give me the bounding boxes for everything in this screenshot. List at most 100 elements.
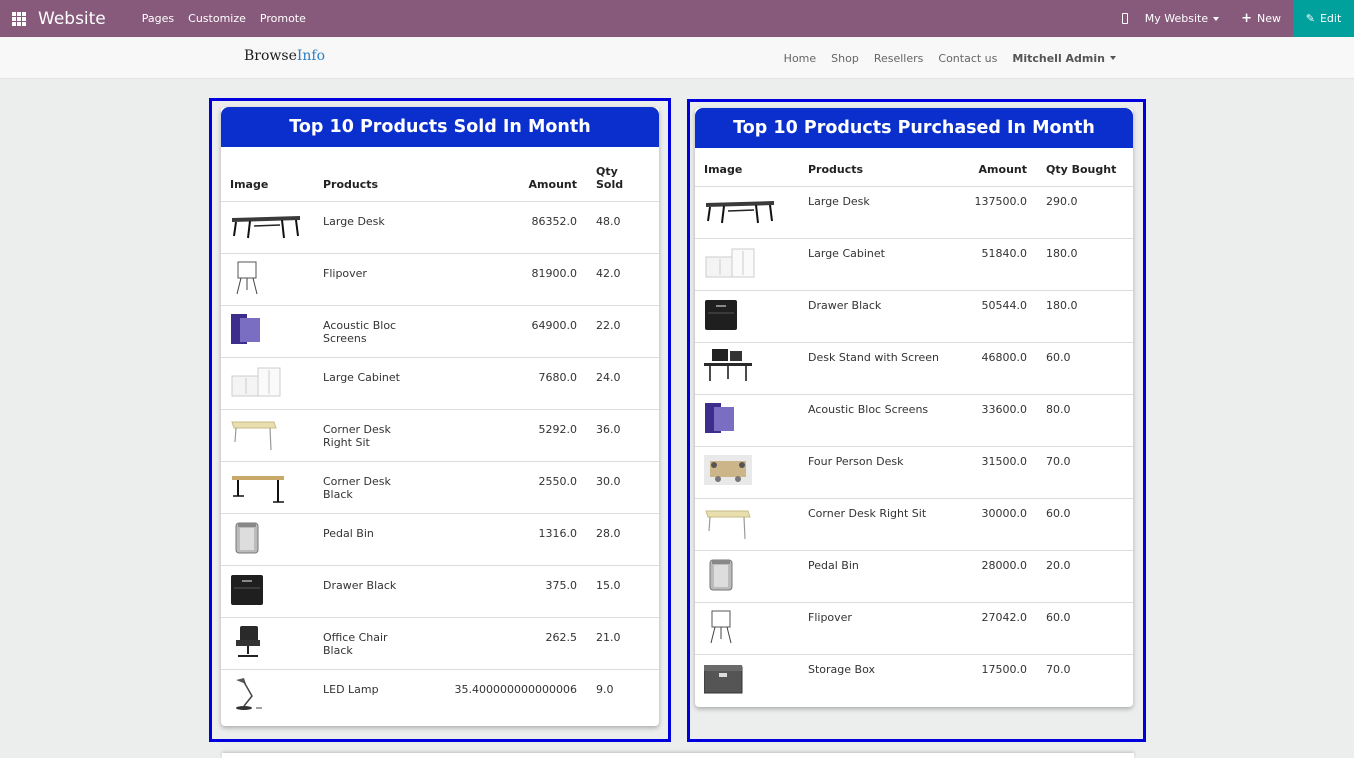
table-row: Drawer Black 50544.0 180.0 [695,290,1133,343]
user-menu[interactable]: Mitchell Admin [1012,52,1116,65]
site-logo[interactable]: BrowseInfo [244,48,325,64]
product-qty: 290.0 [1037,186,1133,239]
product-image-cell [221,617,314,670]
drawer-black-icon [230,572,302,608]
nav-resellers[interactable]: Resellers [874,52,924,65]
edit-button-label: Edit [1319,12,1342,25]
product-image-cell [695,654,799,706]
product-name: Flipover [314,253,424,306]
table-row: Flipover 27042.0 60.0 [695,602,1133,655]
product-qty: 28.0 [587,513,659,566]
caret-down-icon [1110,56,1116,60]
table-row: Storage Box 17500.0 70.0 [695,654,1133,706]
product-name: Large Cabinet [799,238,949,291]
product-image-cell [695,342,799,395]
desk-large-icon [230,208,302,244]
corner-desk-light-icon [230,416,302,452]
sold-card-title: Top 10 Products Sold In Month [221,107,659,147]
table-row: Large Cabinet 7680.0 24.0 [221,357,659,410]
product-qty: 36.0 [587,409,659,462]
four-person-desk-icon [704,453,776,489]
product-qty: 30.0 [587,461,659,514]
col-amount: Amount [424,147,587,202]
table-row: Large Desk 86352.0 48.0 [221,201,659,254]
led-lamp-icon [230,676,302,712]
table-row: Large Desk 137500.0 290.0 [695,186,1133,239]
product-qty: 42.0 [587,253,659,306]
table-row: Corner Desk Right Sit 5292.0 36.0 [221,409,659,462]
pencil-icon: ✎ [1305,12,1315,25]
product-name: Corner Desk Black [314,461,424,514]
edit-button[interactable]: ✎ Edit [1293,0,1354,37]
menu-customize[interactable]: Customize [188,12,246,25]
product-name: Pedal Bin [799,550,949,603]
product-image-cell [695,290,799,343]
flipover-icon [704,609,776,645]
purchased-table: Image Products Amount Qty Bought Large D… [695,148,1133,706]
product-name: Corner Desk Right Sit [314,409,424,462]
nav-home[interactable]: Home [784,52,816,65]
product-amount: 51840.0 [949,238,1037,291]
product-name: Corner Desk Right Sit [799,498,949,551]
product-name: Office Chair Black [314,617,424,670]
product-image-cell [221,565,314,618]
table-row: Corner Desk Black 2550.0 30.0 [221,461,659,514]
product-amount: 81900.0 [424,253,587,306]
col-image: Image [695,148,799,187]
product-amount: 17500.0 [981,662,1028,676]
sold-panel: Top 10 Products Sold In Month Image Prod… [209,98,671,742]
purchased-card-title: Top 10 Products Purchased In Month [695,108,1133,148]
product-name: Drawer Black [314,565,424,618]
nav-shop[interactable]: Shop [831,52,859,65]
app-brand[interactable]: Website [38,9,106,29]
product-amount: 262.5 [424,617,587,670]
product-image-cell [221,461,314,514]
product-image-cell [221,669,314,721]
product-amount: 31500.0 [949,446,1037,499]
table-row: Acoustic Bloc Screens 33600.0 80.0 [695,394,1133,447]
product-qty: 70.0 [1037,446,1133,499]
product-name: Acoustic Bloc Screens [314,305,424,358]
product-image-cell [695,394,799,447]
table-row: Corner Desk Right Sit 30000.0 60.0 [695,498,1133,551]
product-image-cell [221,513,314,566]
table-row: Four Person Desk 31500.0 70.0 [695,446,1133,499]
product-qty: 9.0 [596,682,614,696]
menu-pages[interactable]: Pages [142,12,174,25]
product-qty: 80.0 [1037,394,1133,447]
mobile-preview-icon[interactable] [1105,0,1145,37]
product-name: Large Cabinet [314,357,424,410]
product-image-cell [695,602,799,655]
apps-grid-icon[interactable] [0,0,38,37]
product-amount: 375.0 [424,565,587,618]
menu-promote[interactable]: Promote [260,12,306,25]
product-qty: 21.0 [587,617,659,670]
product-qty: 180.0 [1037,290,1133,343]
new-button[interactable]: + New [1241,11,1281,26]
product-image-cell [695,550,799,603]
site-nav: Home Shop Resellers Contact us Mitchell … [769,37,1116,79]
col-qty-bought: Qty Bought [1037,148,1133,187]
product-name: Large Desk [314,201,424,254]
new-button-label: New [1257,12,1281,25]
product-amount: 7680.0 [424,357,587,410]
product-image-cell [695,498,799,551]
storage-box-icon [703,661,776,697]
product-amount: 137500.0 [949,186,1037,239]
drawer-black-icon [704,297,776,333]
nav-contact-us[interactable]: Contact us [938,52,997,65]
product-qty: 22.0 [587,305,659,358]
product-amount: 33600.0 [949,394,1037,447]
purchased-card: Top 10 Products Purchased In Month Image… [695,108,1133,707]
col-image: Image [221,147,314,202]
table-row: Large Cabinet 51840.0 180.0 [695,238,1133,291]
product-qty: 24.0 [587,357,659,410]
col-amount: Amount [949,148,1037,187]
table-row: Acoustic Bloc Screens 64900.0 22.0 [221,305,659,358]
product-amount: 1316.0 [424,513,587,566]
product-qty: 48.0 [587,201,659,254]
col-products: Products [799,148,949,187]
website-selector[interactable]: My Website [1145,12,1220,25]
table-row: Pedal Bin 1316.0 28.0 [221,513,659,566]
cabinet-icon [704,245,776,281]
